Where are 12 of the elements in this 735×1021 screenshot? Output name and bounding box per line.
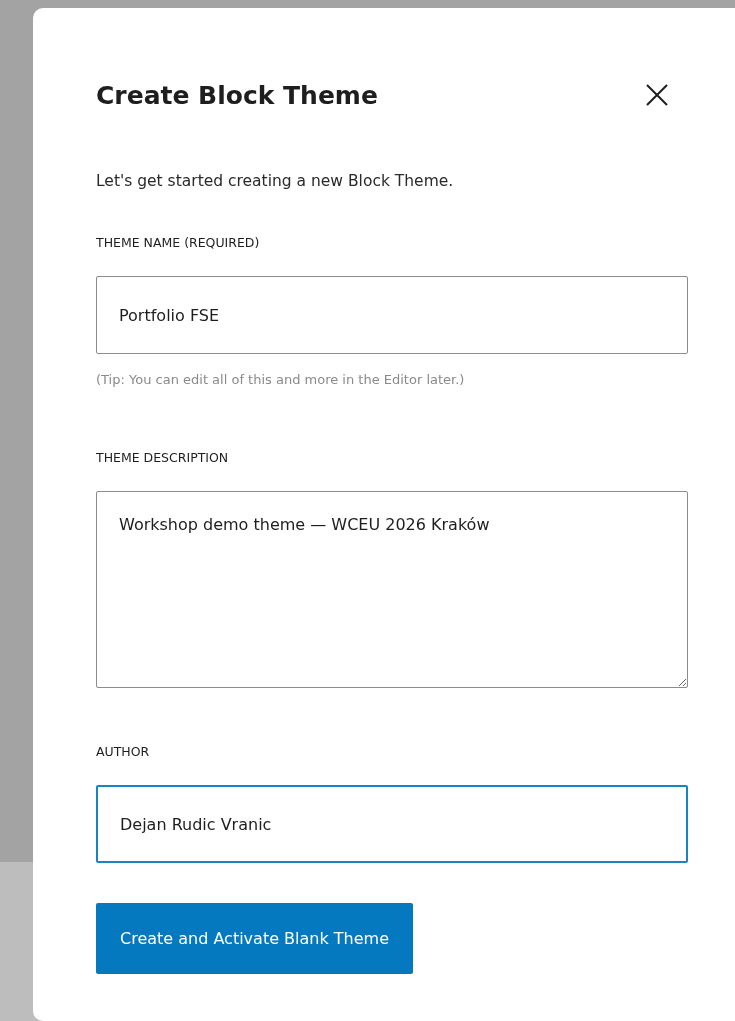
- dialog-title: Create Block Theme: [96, 80, 378, 110]
- field-label: AUTHOR: [96, 743, 151, 761]
- help-text: (Tip: You can edit all of this and more in the Editor later.): [96, 372, 466, 387]
- field-label: THEME DESCRIPTION: [96, 449, 230, 467]
- input-field[interactable]: Dejan Rudic Vranic: [96, 785, 688, 863]
- intro-text: Let's get started creating a new Block Theme.: [96, 171, 455, 192]
- create-theme-button[interactable]: Create and Activate Blank Theme: [96, 903, 413, 974]
- close-button[interactable]: [644, 82, 670, 108]
- input-field[interactable]: Portfolio FSE: [96, 276, 688, 354]
- close-icon: [644, 82, 670, 108]
- field-label: THEME NAME (REQUIRED): [96, 234, 261, 252]
- textarea-field[interactable]: Workshop demo theme — WCEU 2026 Kraków: [96, 491, 688, 688]
